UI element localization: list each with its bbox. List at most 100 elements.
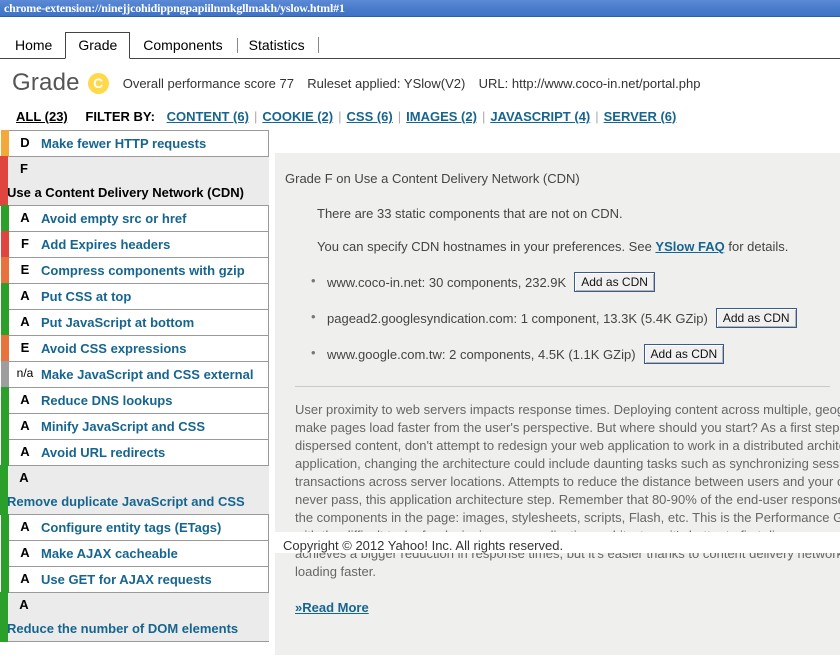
- rule-row[interactable]: A Put JavaScript at bottom: [1, 309, 269, 336]
- rule-grade-color-bar: [1, 540, 9, 567]
- rule-grade-color-bar: [1, 439, 9, 466]
- rule-name-link[interactable]: Avoid empty src or href: [41, 206, 192, 231]
- content-area: D Make fewer HTTP requests F Use a Content …: [0, 130, 840, 655]
- browser-title-bar: chrome-extension://ninejjcohidippngpapii…: [0, 0, 840, 17]
- tab-statistics[interactable]: Statistics: [236, 32, 318, 58]
- rule-grade-letter: F: [20, 161, 28, 176]
- cdn-host-text: www.google.com.tw: 2 components, 4.5K (1…: [327, 346, 636, 362]
- cdn-host-item: www.coco-in.net: 30 components, 232.9K Ad…: [311, 272, 840, 292]
- grade-badge: C: [87, 72, 109, 94]
- rule-grade-color-bar: [1, 205, 9, 232]
- rule-grade-letter: A: [19, 470, 29, 485]
- grade-title: Grade: [12, 69, 80, 96]
- rule-name-link[interactable]: Avoid URL redirects: [41, 440, 171, 465]
- rule-name-link[interactable]: Put JavaScript at bottom: [41, 310, 200, 335]
- detail-hint-prefix: You can specify CDN hostnames in your pr…: [317, 239, 656, 254]
- rule-name-link[interactable]: Make JavaScript and CSS external: [41, 362, 259, 387]
- main-tab-strip: Home Grade Components Statistics: [0, 31, 840, 59]
- grade-ruleset-text: Ruleset applied: YSlow(V2): [307, 75, 466, 91]
- rule-row[interactable]: A Configure entity tags (ETags): [1, 514, 269, 541]
- yslow-extension-window: chrome-extension://ninejjcohidippngpapii…: [0, 0, 840, 661]
- add-as-cdn-button[interactable]: Add as CDN: [715, 308, 797, 328]
- rule-row[interactable]: A Reduce the number of DOM elements: [0, 592, 269, 642]
- yslow-faq-link[interactable]: YSlow FAQ: [655, 239, 724, 254]
- rule-grade-letter: D: [20, 135, 30, 150]
- filter-bar: ALL (23) FILTER BY: CONTENT (6) | COOKIE (…: [0, 103, 840, 130]
- rule-grade-color-bar: [1, 335, 9, 362]
- rule-grade-letter: A: [20, 392, 30, 407]
- rule-grade-letter: A: [20, 545, 30, 560]
- rule-detail-panel: Grade F on Use a Content Delivery Networ…: [275, 153, 840, 655]
- rule-name-link[interactable]: Use a Content Delivery Network (CDN): [7, 180, 269, 205]
- rule-row[interactable]: A Reduce DNS lookups: [1, 387, 269, 414]
- rule-grade-color-bar: [1, 309, 9, 336]
- filter-server[interactable]: SERVER (6): [604, 109, 677, 124]
- filter-cookie[interactable]: COOKIE (2): [262, 109, 333, 124]
- rule-grade-color-bar: [0, 592, 8, 642]
- rule-grade-letter: A: [20, 571, 30, 586]
- rule-grade-letter: A: [20, 288, 30, 303]
- rule-grade-letter: F: [21, 236, 29, 251]
- tab-components[interactable]: Components: [130, 32, 235, 58]
- rule-name-link[interactable]: Configure entity tags (ETags): [41, 515, 227, 540]
- rule-row[interactable]: E Compress components with gzip: [1, 257, 269, 284]
- rule-row[interactable]: A Put CSS at top: [1, 283, 269, 310]
- rule-grade-letter: E: [20, 262, 30, 277]
- rule-row[interactable]: F Add Expires headers: [1, 231, 269, 258]
- rule-name-link[interactable]: Reduce the number of DOM elements: [7, 616, 269, 641]
- detail-summary: There are 33 static components that are …: [317, 206, 623, 221]
- filter-all[interactable]: ALL (23): [16, 109, 68, 124]
- rule-row[interactable]: A Remove duplicate JavaScript and CSS: [0, 465, 269, 515]
- cdn-host-text: pagead2.googlesyndication.com: 1 compone…: [327, 310, 708, 326]
- cdn-host-text: www.coco-in.net: 30 components, 232.9K: [327, 274, 567, 290]
- rule-name-link[interactable]: Use GET for AJAX requests: [41, 567, 218, 592]
- filter-content[interactable]: CONTENT (6): [167, 109, 249, 124]
- filter-divider: |: [338, 109, 342, 124]
- filter-images[interactable]: IMAGES (2): [406, 109, 477, 124]
- rule-row[interactable]: A Use GET for AJAX requests: [1, 566, 269, 593]
- filter-divider: |: [481, 109, 486, 124]
- rule-grade-color-bar: [1, 361, 9, 388]
- tab-home[interactable]: Home: [2, 32, 65, 58]
- rule-row[interactable]: n/a Make JavaScript and CSS external: [1, 361, 269, 388]
- rule-name-link[interactable]: Minify JavaScript and CSS: [41, 414, 211, 439]
- rule-row[interactable]: A Make AJAX cacheable: [1, 540, 269, 567]
- rule-grade-letter: A: [19, 597, 29, 612]
- filter-javascript[interactable]: JAVASCRIPT (4): [490, 109, 590, 124]
- rule-grade-letter: E: [20, 340, 30, 355]
- rule-grade-color-bar: [0, 156, 8, 206]
- read-more-link[interactable]: »Read More: [295, 600, 369, 615]
- rule-row[interactable]: A Avoid empty src or href: [1, 205, 269, 232]
- rule-list: D Make fewer HTTP requests F Use a Content …: [0, 130, 269, 642]
- rule-grade-color-bar: [1, 283, 9, 310]
- rule-row[interactable]: A Avoid URL redirects: [1, 439, 269, 466]
- footer: Copyright © 2012 Yahoo! Inc. All rights …: [275, 532, 840, 553]
- cdn-host-item: pagead2.googlesyndication.com: 1 compone…: [311, 308, 840, 328]
- grade-url-text: URL: http://www.coco-in.net/portal.php: [478, 75, 701, 91]
- rule-name-link[interactable]: Add Expires headers: [41, 232, 176, 257]
- rule-grade-letter: A: [20, 444, 30, 459]
- rule-name-link[interactable]: Remove duplicate JavaScript and CSS: [7, 489, 269, 514]
- rule-grade-color-bar: [1, 130, 9, 157]
- detail-description: User proximity to web servers impacts re…: [295, 402, 840, 579]
- filter-divider: |: [253, 109, 258, 124]
- rule-name-link[interactable]: Compress components with gzip: [41, 258, 251, 283]
- rule-name-link[interactable]: Put CSS at top: [41, 284, 137, 309]
- add-as-cdn-button[interactable]: Add as CDN: [643, 344, 725, 364]
- filter-divider: |: [595, 109, 599, 124]
- rule-grade-color-bar: [1, 257, 9, 284]
- rule-row[interactable]: F Use a Content Delivery Network (CDN): [0, 156, 269, 206]
- rule-row[interactable]: D Make fewer HTTP requests: [1, 130, 269, 157]
- add-as-cdn-button[interactable]: Add as CDN: [574, 272, 655, 292]
- rule-name-link[interactable]: Avoid CSS expressions: [41, 336, 192, 361]
- rule-name-link[interactable]: Make fewer HTTP requests: [41, 131, 212, 156]
- rule-grade-letter: A: [20, 314, 30, 329]
- filter-divider: |: [397, 109, 402, 124]
- rule-name-link[interactable]: Reduce DNS lookups: [41, 388, 178, 413]
- rule-name-link[interactable]: Make AJAX cacheable: [41, 541, 184, 566]
- rule-row[interactable]: E Avoid CSS expressions: [1, 335, 269, 362]
- rule-row[interactable]: A Minify JavaScript and CSS: [1, 413, 269, 440]
- tab-grade[interactable]: Grade: [65, 32, 131, 59]
- filter-css[interactable]: CSS (6): [347, 109, 393, 124]
- detail-title: Grade F on Use a Content Delivery Networ…: [285, 171, 580, 186]
